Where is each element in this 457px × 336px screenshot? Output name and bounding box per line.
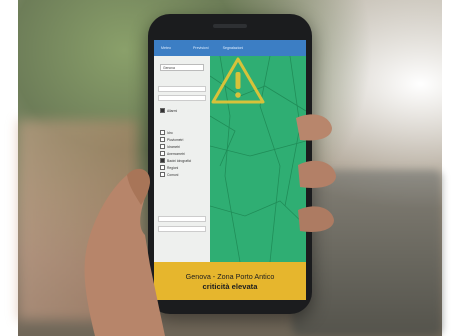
warning-triangle-icon bbox=[211, 57, 265, 104]
search-field-1[interactable] bbox=[158, 86, 206, 92]
area-select[interactable]: Genova bbox=[160, 64, 204, 71]
hand bbox=[84, 168, 165, 336]
nav-item-previsioni[interactable]: Previsioni bbox=[193, 46, 209, 50]
phone-speaker bbox=[213, 24, 247, 28]
app-top-nav: Meteo Previsioni Segnalazioni bbox=[154, 40, 306, 56]
fingers bbox=[296, 114, 336, 232]
nav-item-segnalazioni[interactable]: Segnalazioni bbox=[223, 46, 244, 50]
nav-item-meteo[interactable]: Meteo bbox=[161, 46, 171, 50]
photo-scene: Meteo Previsioni Segnalazioni Genova All… bbox=[0, 0, 457, 336]
map-view[interactable] bbox=[210, 56, 306, 262]
